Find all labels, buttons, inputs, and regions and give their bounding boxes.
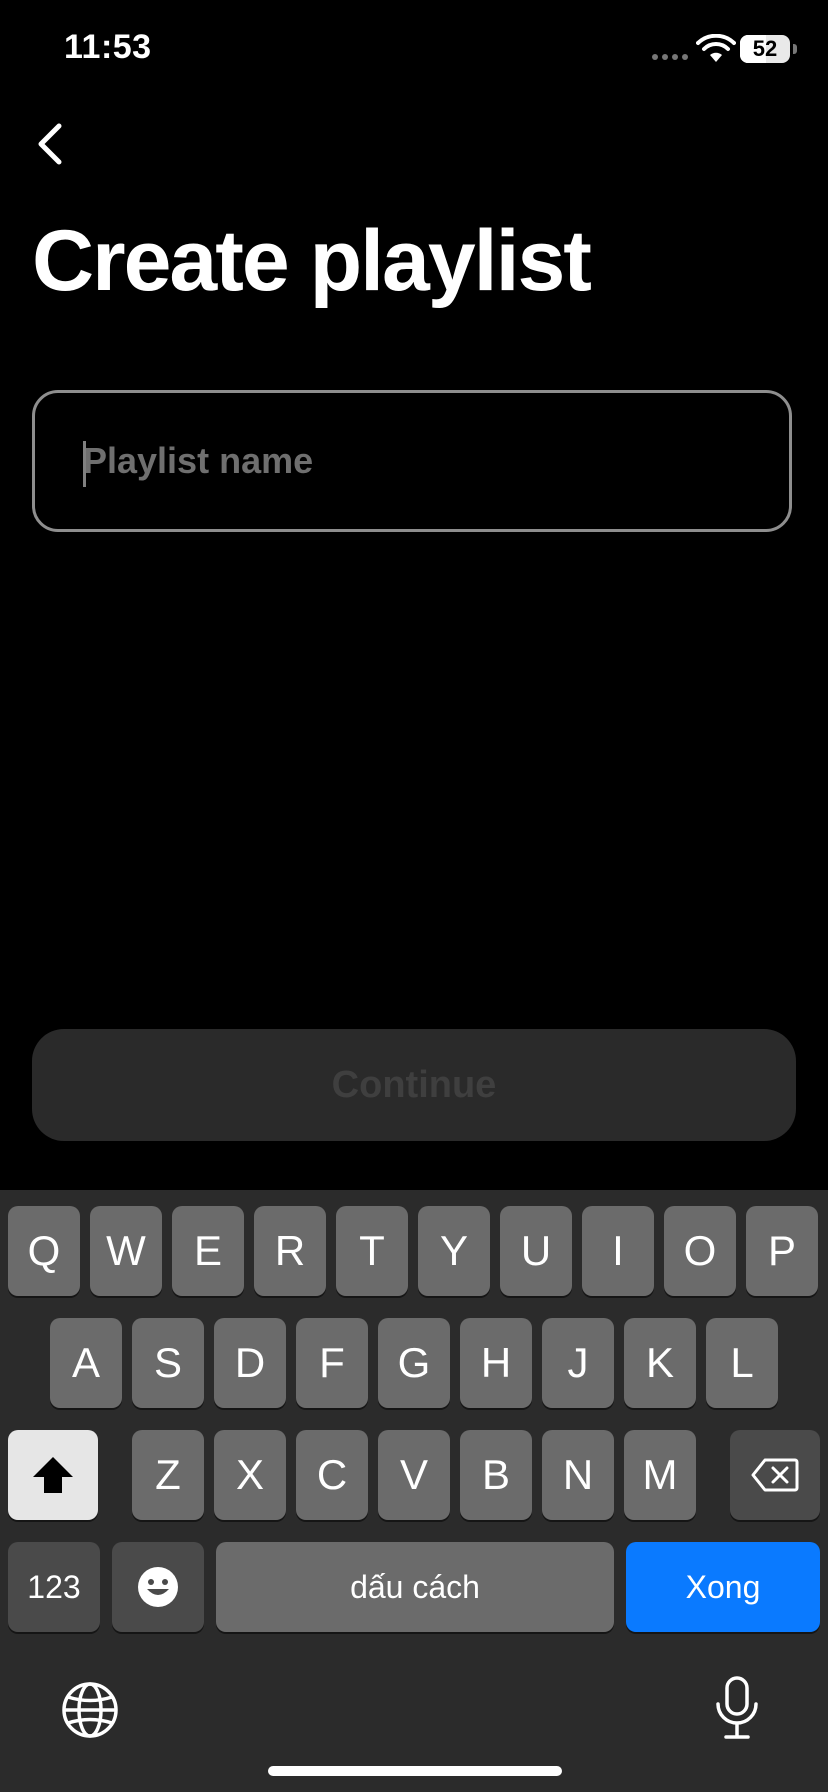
key-u[interactable]: U: [500, 1206, 572, 1296]
key-f[interactable]: F: [296, 1318, 368, 1408]
key-b[interactable]: B: [460, 1430, 532, 1520]
key-p[interactable]: P: [746, 1206, 818, 1296]
continue-button[interactable]: Continue: [32, 1029, 796, 1141]
key-w[interactable]: W: [90, 1206, 162, 1296]
key-t[interactable]: T: [336, 1206, 408, 1296]
key-l[interactable]: L: [706, 1318, 778, 1408]
done-key[interactable]: Xong: [626, 1542, 820, 1632]
key-y[interactable]: Y: [418, 1206, 490, 1296]
key-r[interactable]: R: [254, 1206, 326, 1296]
key-c[interactable]: C: [296, 1430, 368, 1520]
key-k[interactable]: K: [624, 1318, 696, 1408]
delete-key[interactable]: [730, 1430, 820, 1520]
page-title: Create playlist: [32, 213, 592, 309]
backspace-icon: [751, 1458, 799, 1492]
globe-icon[interactable]: [60, 1680, 120, 1740]
playlist-name-field[interactable]: [32, 390, 792, 532]
key-d[interactable]: D: [214, 1318, 286, 1408]
wifi-icon: [696, 34, 736, 62]
chevron-left-icon: [38, 123, 62, 165]
playlist-name-input[interactable]: [35, 393, 789, 529]
keyboard: Q W E R T Y U I O P A S D F G H J K L Z …: [0, 1190, 828, 1792]
key-s[interactable]: S: [132, 1318, 204, 1408]
text-cursor: [83, 441, 86, 487]
key-j[interactable]: J: [542, 1318, 614, 1408]
emoji-key[interactable]: [112, 1542, 204, 1632]
battery-indicator: 52: [740, 35, 790, 63]
key-q[interactable]: Q: [8, 1206, 80, 1296]
emoji-icon: [138, 1567, 178, 1607]
shift-key[interactable]: [8, 1430, 98, 1520]
key-e[interactable]: E: [172, 1206, 244, 1296]
key-o[interactable]: O: [664, 1206, 736, 1296]
key-n[interactable]: N: [542, 1430, 614, 1520]
key-x[interactable]: X: [214, 1430, 286, 1520]
status-bar: 11:53 52: [0, 0, 828, 100]
numbers-key[interactable]: 123: [8, 1542, 100, 1632]
battery-level: 52: [752, 36, 778, 61]
key-i[interactable]: I: [582, 1206, 654, 1296]
space-key[interactable]: dấu cách: [216, 1542, 614, 1632]
key-m[interactable]: M: [624, 1430, 696, 1520]
key-h[interactable]: H: [460, 1318, 532, 1408]
key-a[interactable]: A: [50, 1318, 122, 1408]
key-g[interactable]: G: [378, 1318, 450, 1408]
key-v[interactable]: V: [378, 1430, 450, 1520]
cellular-signal-icon: [652, 54, 688, 60]
key-z[interactable]: Z: [132, 1430, 204, 1520]
battery-tip: [793, 44, 797, 54]
microphone-icon[interactable]: [712, 1676, 762, 1740]
status-time: 11:53: [64, 28, 152, 66]
shift-icon: [33, 1457, 73, 1493]
back-button[interactable]: [22, 116, 78, 172]
home-indicator[interactable]: [268, 1766, 562, 1776]
